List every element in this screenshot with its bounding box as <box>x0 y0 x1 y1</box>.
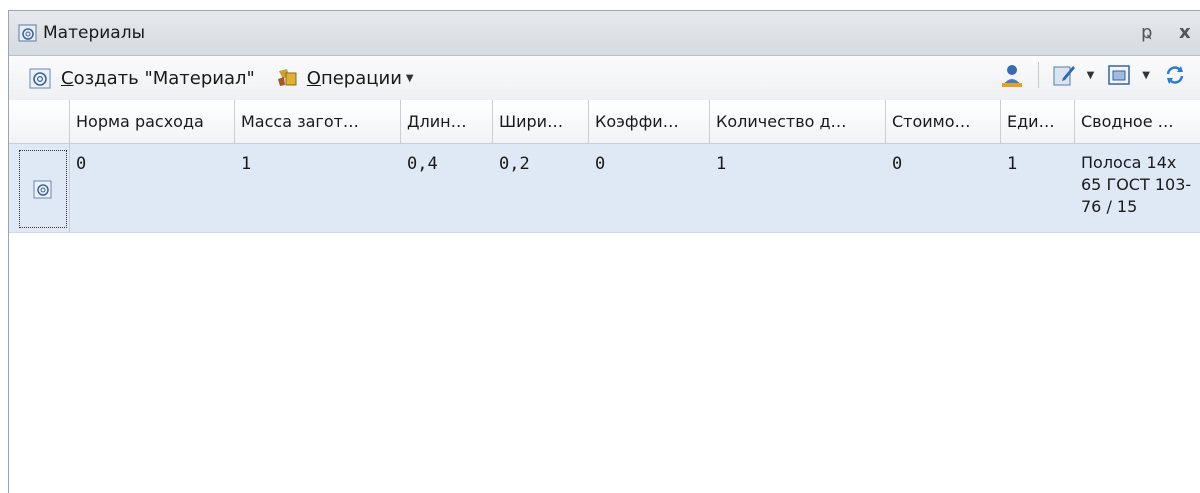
table-cell[interactable]: 0 <box>70 144 235 232</box>
table-cell[interactable]: 0,2 <box>493 144 589 232</box>
chevron-down-icon[interactable]: ▼ <box>1087 70 1095 81</box>
chevron-down-icon: ▼ <box>405 72 414 84</box>
column-header[interactable]: Норма расхода <box>70 100 235 144</box>
edit-icon[interactable] <box>1051 62 1077 88</box>
chevron-down-icon[interactable]: ▼ <box>1142 70 1150 81</box>
table-cell[interactable]: 1 <box>710 144 886 232</box>
column-header[interactable]: Масса загот… <box>235 100 401 144</box>
create-material-button[interactable]: Создать "Материал" <box>23 61 259 95</box>
table-cell[interactable]: 1 <box>235 144 401 232</box>
material-icon <box>31 177 55 201</box>
pin-icon[interactable]: ҏ <box>1141 22 1152 43</box>
view-icon[interactable] <box>1106 62 1132 88</box>
operations-button[interactable]: Операции ▼ <box>271 61 418 95</box>
refresh-icon[interactable] <box>1162 62 1188 88</box>
toolbar-right: ▼ ▼ <box>998 61 1188 89</box>
materials-window: Материалы ҏ x Создать "Материал" Операци… <box>8 10 1200 493</box>
row-selector[interactable] <box>19 150 67 228</box>
column-header[interactable]: Стоимо… <box>886 100 1001 144</box>
table-cell[interactable]: 0 <box>886 144 1001 232</box>
column-header[interactable]: Длин… <box>401 100 493 144</box>
table-cell-summary[interactable]: Полоса 14х 65 ГОСТ 103-76 / 15 <box>1075 144 1197 232</box>
column-header[interactable]: Коэффи… <box>589 100 710 144</box>
operations-label: Операции <box>306 67 402 89</box>
user-icon[interactable] <box>998 61 1026 89</box>
close-icon[interactable]: x <box>1179 22 1191 43</box>
operations-icon <box>275 65 301 91</box>
column-header[interactable]: Сводное … <box>1075 100 1200 144</box>
table-cell[interactable]: 0,4 <box>401 144 493 232</box>
title-bar: Материалы ҏ x <box>9 11 1200 56</box>
create-material-label: Создать "Материал" <box>61 67 255 89</box>
row-header-corner <box>9 100 70 144</box>
column-header[interactable]: Шири… <box>493 100 589 144</box>
window-title: Материалы <box>43 23 145 43</box>
column-header[interactable]: Еди… <box>1001 100 1075 144</box>
toolbar: Создать "Материал" Операции ▼ ▼ ▼ <box>9 56 1200 101</box>
column-header[interactable]: Количество д… <box>710 100 886 144</box>
table-cell[interactable]: 1 <box>1001 144 1075 232</box>
table-cell[interactable]: 0 <box>589 144 710 232</box>
material-icon <box>17 22 39 44</box>
material-icon <box>27 65 55 91</box>
toolbar-divider <box>1037 62 1039 88</box>
materials-table: Норма расхода Масса загот… Длин… Шири… К… <box>9 100 1200 493</box>
